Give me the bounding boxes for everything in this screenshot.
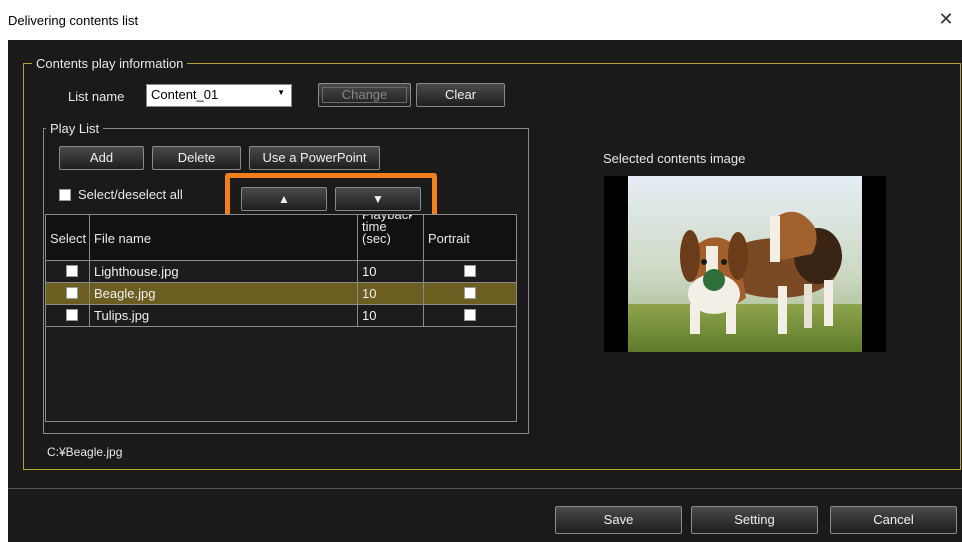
select-all-checkbox[interactable] (59, 189, 71, 201)
playback-time-cell[interactable]: 10 (358, 261, 424, 282)
portrait-cell (424, 261, 516, 282)
table-row[interactable]: Tulips.jpg 10 (46, 305, 516, 327)
row-select-checkbox[interactable] (66, 309, 78, 321)
row-select-cell (46, 261, 90, 282)
column-header-select[interactable]: Select (46, 215, 90, 260)
save-button-label: Save (603, 512, 634, 527)
up-arrow-icon: ▲ (278, 192, 290, 206)
preview-panel (604, 176, 886, 352)
change-button[interactable]: Change (318, 83, 411, 107)
move-up-button[interactable]: ▲ (241, 187, 327, 211)
portrait-cell (424, 305, 516, 326)
table-row[interactable]: Beagle.jpg 10 (46, 283, 516, 305)
setting-button[interactable]: Setting (691, 506, 818, 534)
selected-file-path: C:¥Beagle.jpg (47, 445, 123, 459)
preview-label: Selected contents image (603, 151, 746, 166)
window-title: Delivering contents list (8, 13, 139, 28)
playlist-table: Select File name Playback time (sec) Por… (45, 214, 517, 422)
portrait-checkbox[interactable] (464, 287, 476, 299)
cancel-button[interactable]: Cancel (830, 506, 957, 534)
portrait-cell (424, 283, 516, 304)
column-header-file-name[interactable]: File name (90, 215, 358, 260)
row-select-cell (46, 305, 90, 326)
delete-button-label: Delete (177, 150, 216, 165)
use-powerpoint-button[interactable]: Use a PowerPoint (249, 146, 380, 170)
file-name-cell: Tulips.jpg (90, 305, 358, 326)
table-row[interactable]: Lighthouse.jpg 10 (46, 261, 516, 283)
column-header-portrait[interactable]: Portrait (424, 215, 516, 260)
column-header-playback-time[interactable]: Playback time (sec) (358, 215, 424, 260)
add-button-label: Add (89, 150, 114, 165)
row-select-checkbox[interactable] (66, 265, 78, 277)
delete-button[interactable]: Delete (152, 146, 241, 170)
save-button[interactable]: Save (555, 506, 682, 534)
beagle-photo (628, 176, 862, 352)
row-select-checkbox[interactable] (66, 287, 78, 299)
close-icon[interactable]: ✕ (936, 9, 956, 30)
play-list-legend: Play List (46, 121, 104, 136)
playback-time-cell[interactable]: 10 (358, 305, 424, 326)
move-down-button[interactable]: ▼ (335, 187, 421, 211)
chevron-down-icon: ▼ (277, 88, 285, 97)
table-header: Select File name Playback time (sec) Por… (46, 215, 516, 261)
title-bar: Delivering contents list ✕ (0, 0, 962, 40)
portrait-checkbox[interactable] (464, 309, 476, 321)
file-name-cell: Lighthouse.jpg (90, 261, 358, 282)
cancel-button-label: Cancel (873, 512, 914, 527)
portrait-checkbox[interactable] (464, 265, 476, 277)
file-name-cell: Beagle.jpg (90, 283, 358, 304)
down-arrow-icon: ▼ (372, 192, 384, 206)
clear-button-label: Clear (444, 87, 477, 102)
list-name-label: List name (68, 89, 125, 104)
row-select-cell (46, 283, 90, 304)
select-all-label: Select/deselect all (78, 187, 183, 202)
playback-time-cell[interactable]: 10 (358, 283, 424, 304)
list-name-select[interactable]: Content_01 ▼ (146, 84, 292, 107)
add-button[interactable]: Add (59, 146, 144, 170)
contents-play-info-legend: Contents play information (32, 56, 188, 71)
use-powerpoint-button-label: Use a PowerPoint (262, 150, 367, 165)
clear-button[interactable]: Clear (416, 83, 505, 107)
setting-button-label: Setting (734, 512, 775, 527)
bottom-divider (8, 488, 962, 489)
list-name-value: Content_01 (151, 87, 219, 102)
